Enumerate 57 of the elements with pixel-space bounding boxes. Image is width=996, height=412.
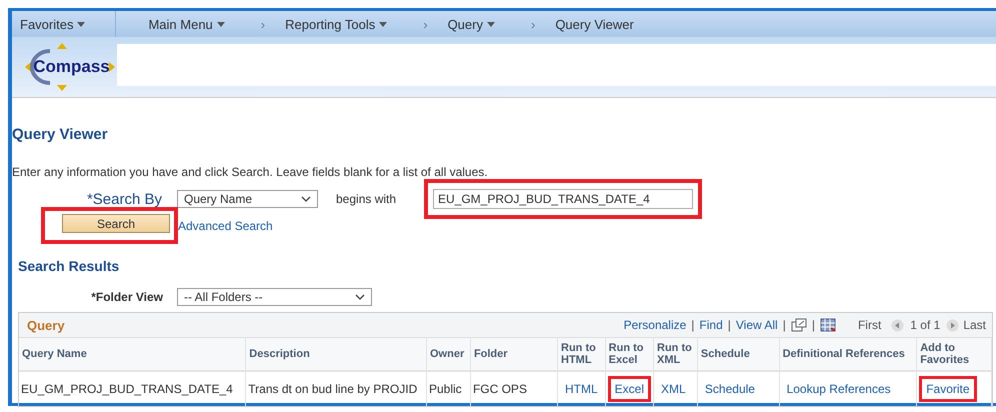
- table-cell: EU_GM_PROJ_BUD_TRANS_DATE_4: [19, 371, 246, 406]
- grid-title: Query: [27, 318, 66, 332]
- page-title: Query Viewer: [12, 126, 109, 143]
- column-header[interactable]: Owner: [426, 338, 470, 371]
- table-link[interactable]: HTML: [560, 376, 603, 402]
- column-header[interactable]: Definitional References: [779, 338, 917, 371]
- column-header[interactable]: Description: [246, 338, 426, 371]
- column-header[interactable]: Run to XML: [654, 338, 698, 371]
- page-count: 1 of 1: [910, 318, 940, 332]
- nav-menu-item[interactable]: Main Menu: [116, 16, 231, 32]
- last-label: Last: [963, 318, 986, 332]
- table-link[interactable]: Schedule: [700, 376, 760, 402]
- toolbar-separator: |: [728, 318, 731, 332]
- toolbar-separator: |: [812, 318, 815, 332]
- column-header[interactable]: Add to Favorites: [916, 338, 992, 371]
- nav-menu-item[interactable]: Query: [442, 16, 501, 32]
- nav-menu-item[interactable]: Favorites: [12, 16, 116, 32]
- table-link[interactable]: Excel: [608, 376, 652, 402]
- table-cell: Trans dt on bud line by PROJID: [246, 371, 426, 406]
- grid-tool-link[interactable]: View All: [736, 318, 778, 332]
- table-link[interactable]: XML: [656, 376, 691, 402]
- next-icon[interactable]: [946, 318, 960, 332]
- search-button[interactable]: Search: [62, 214, 170, 233]
- search-by-dropdown[interactable]: Query Name: [177, 190, 318, 208]
- folder-view-dropdown[interactable]: -- All Folders --: [177, 288, 372, 306]
- logo-text: Compass: [33, 57, 110, 77]
- nav-menu-item[interactable]: Query Viewer: [549, 16, 640, 32]
- breadcrumb-separator: ›: [260, 16, 266, 32]
- toolbar-separator: |: [691, 318, 694, 332]
- column-header[interactable]: Schedule: [697, 338, 780, 371]
- chevron-icon: [355, 294, 365, 300]
- toolbar-separator: |: [782, 318, 786, 332]
- advanced-search-link[interactable]: Advanced Search: [178, 218, 273, 232]
- table-cell: FGC OPS: [470, 371, 558, 406]
- breadcrumb-separator: ›: [422, 16, 429, 32]
- previous-icon[interactable]: [891, 318, 904, 332]
- new-window-icon[interactable]: [790, 318, 807, 332]
- table-link[interactable]: Favorite: [919, 376, 977, 402]
- column-header[interactable]: Folder: [470, 338, 558, 371]
- first-label: First: [858, 318, 882, 332]
- section-title: Search Results: [18, 258, 120, 274]
- spreadsheet-icon[interactable]: [820, 318, 836, 332]
- breadcrumb-separator: ›: [530, 16, 536, 32]
- field-label: *Search By: [86, 190, 162, 208]
- search-input-field[interactable]: EU_GM_PROJ_BUD_TRANS_DATE_4: [433, 189, 693, 209]
- nav-menu-item[interactable]: Reporting Tools: [279, 16, 394, 32]
- column-header[interactable]: Run to HTML: [558, 338, 606, 371]
- field-label: *Folder View: [90, 290, 163, 304]
- chevron-icon: [301, 196, 311, 202]
- grid-tool-link[interactable]: Find: [699, 318, 723, 332]
- grid-tool-link[interactable]: Personalize: [624, 318, 686, 332]
- column-header[interactable]: Query Name: [19, 338, 246, 371]
- instructions-text: Enter any information you have and click Search. Leave fields blank for a list of all values.: [12, 165, 489, 179]
- table-link[interactable]: Lookup References: [782, 376, 896, 402]
- column-header[interactable]: Run to Excel: [605, 338, 654, 371]
- operator-label: begins with: [336, 192, 398, 206]
- table-cell: Public: [426, 371, 470, 406]
